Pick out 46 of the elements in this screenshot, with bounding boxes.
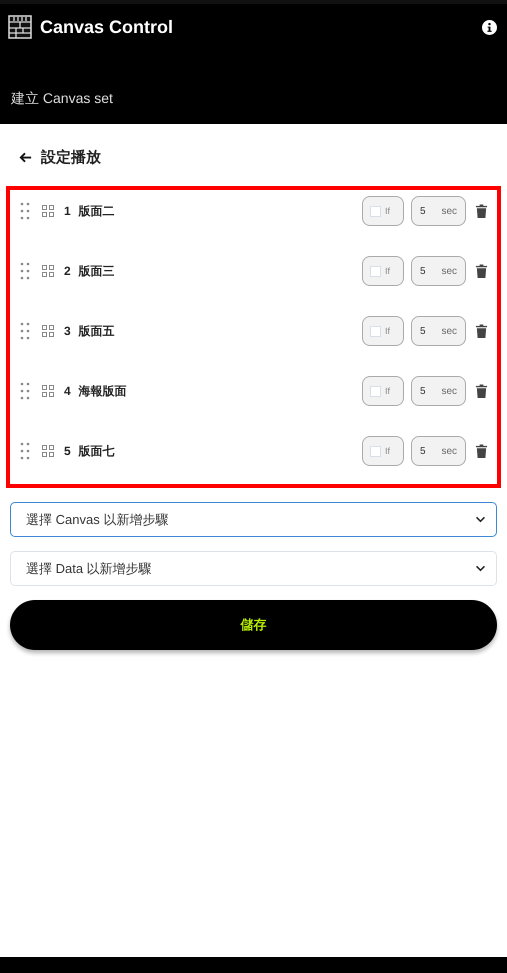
drag-handle-icon[interactable] — [20, 382, 30, 400]
step-number: 4 — [64, 384, 71, 398]
step-name: 版面二 — [78, 202, 115, 220]
step-name: 版面五 — [78, 322, 115, 340]
save-button[interactable]: 儲存 — [10, 600, 497, 650]
drag-handle-icon[interactable] — [20, 322, 30, 340]
chevron-down-icon — [475, 565, 486, 572]
trash-icon[interactable] — [475, 323, 488, 339]
grid-icon — [42, 265, 54, 277]
step-number: 1 — [64, 204, 71, 218]
seconds-field[interactable]: 5 sec — [411, 256, 466, 286]
step-name: 版面七 — [78, 442, 115, 460]
drag-handle-icon[interactable] — [20, 262, 30, 280]
trash-icon[interactable] — [475, 203, 488, 219]
seconds-field[interactable]: 5 sec — [411, 316, 466, 346]
step-name: 版面三 — [78, 262, 115, 280]
checkbox[interactable] — [370, 206, 381, 216]
trash-icon[interactable] — [475, 263, 488, 279]
step-number: 5 — [64, 444, 71, 458]
info-icon[interactable] — [482, 20, 497, 34]
step-name: 海報版面 — [78, 382, 127, 400]
dropdown[interactable]: 選擇 Data 以新增步驟 — [10, 551, 497, 586]
step-number: 2 — [64, 264, 71, 278]
grid-icon — [42, 445, 54, 457]
chevron-down-icon — [475, 516, 486, 523]
grid-icon — [42, 385, 54, 397]
step-number: 3 — [64, 324, 71, 338]
back-arrow-icon[interactable] — [18, 150, 33, 164]
app-subtitle: 建立 Canvas set — [10, 90, 114, 108]
drag-handle-icon[interactable] — [20, 202, 30, 220]
dropdown[interactable]: 選擇 Canvas 以新增步驟 — [10, 502, 497, 537]
grid-icon — [42, 325, 54, 337]
checkbox[interactable] — [370, 386, 381, 396]
app-title: Canvas Control — [40, 16, 174, 38]
seconds-field[interactable]: 5 sec — [411, 436, 466, 466]
seconds-field[interactable]: 5 sec — [411, 196, 466, 226]
checkbox[interactable] — [370, 266, 381, 276]
trash-icon[interactable] — [475, 383, 488, 399]
seconds-field[interactable]: 5 sec — [411, 376, 466, 406]
logo-icon — [8, 15, 32, 39]
checkbox[interactable] — [370, 446, 381, 456]
checkbox[interactable] — [370, 326, 381, 336]
drag-handle-icon[interactable] — [20, 442, 30, 460]
trash-icon[interactable] — [475, 443, 488, 459]
page-title: 設定播放 — [41, 148, 101, 166]
grid-icon — [42, 205, 54, 217]
